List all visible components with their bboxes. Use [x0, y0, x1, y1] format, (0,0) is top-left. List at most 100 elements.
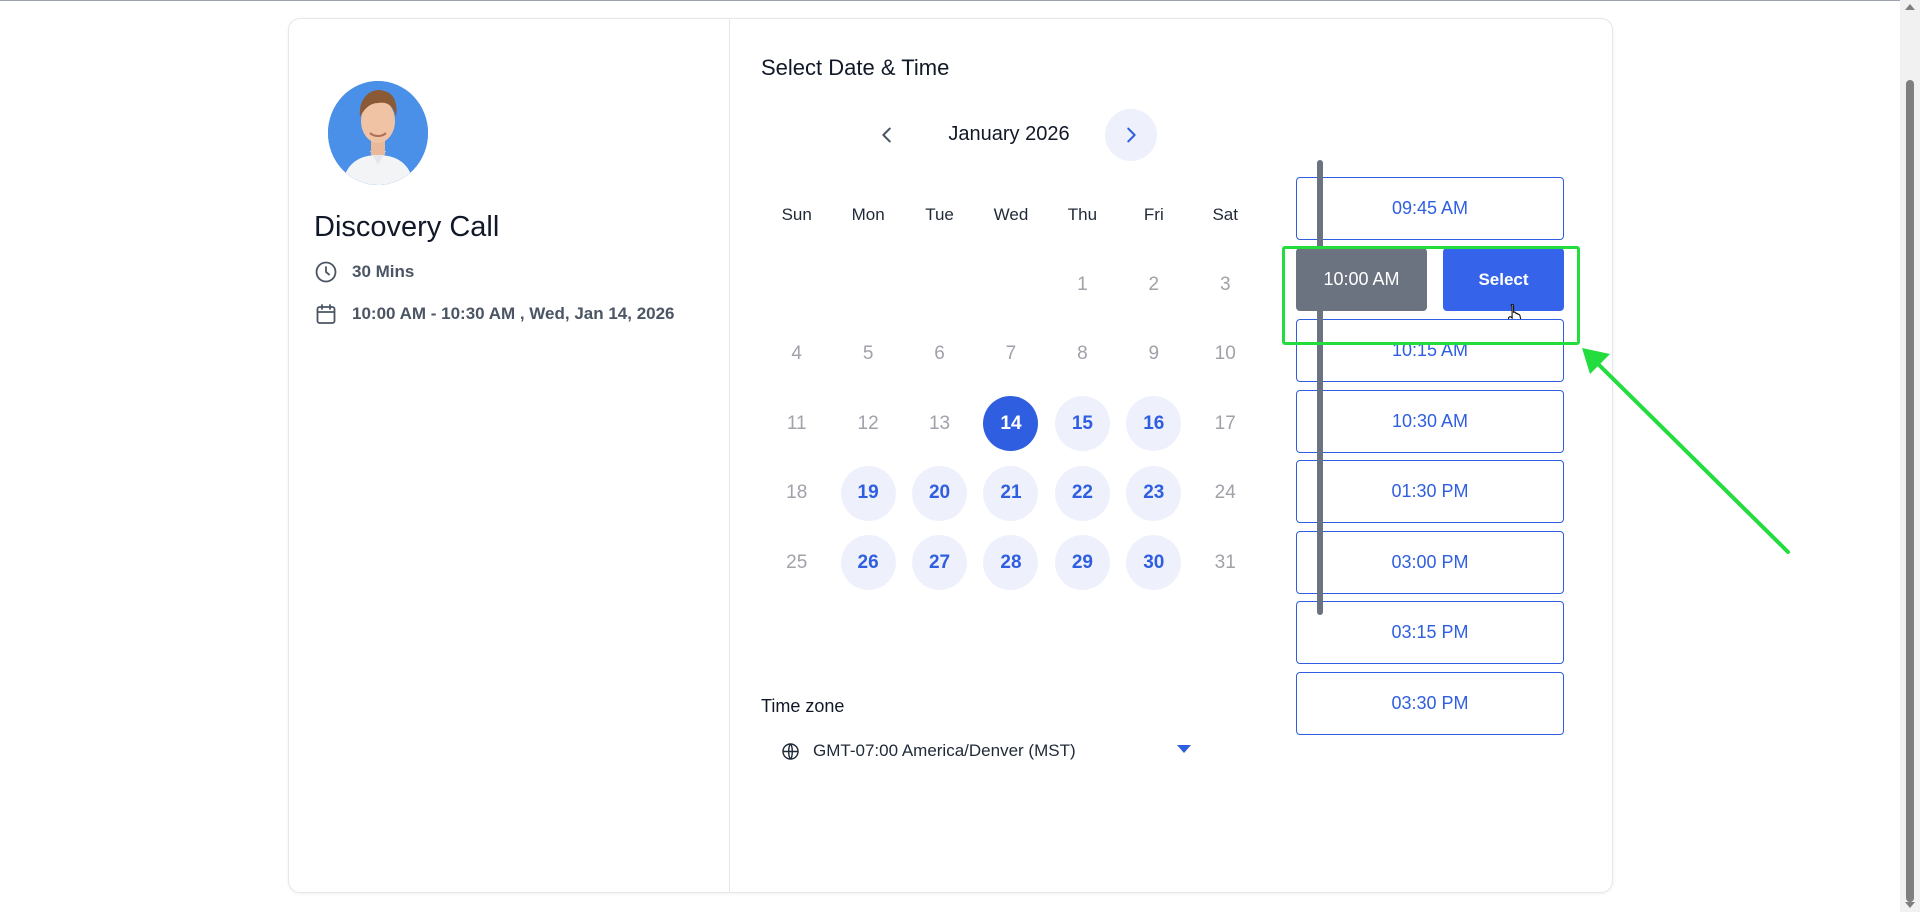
calendar-cell: 25 [761, 528, 832, 598]
calendar-day-unavailable: 10 [1214, 343, 1236, 365]
calendar-cell: 8 [1047, 320, 1118, 390]
calendar-day-available[interactable]: 30 [1126, 535, 1182, 591]
calendar-cell: 9 [1118, 320, 1189, 390]
calendar-cell: 13 [904, 389, 975, 459]
calendar-day-available[interactable]: 19 [840, 465, 896, 521]
time-slot-button[interactable]: 01:30 PM [1296, 460, 1564, 523]
chevron-left-icon [882, 127, 891, 143]
top-border [0, 0, 1900, 1]
calendar-cell: 29 [1047, 528, 1118, 598]
calendar-day-unavailable: 11 [786, 412, 807, 434]
calendar-day-available[interactable]: 20 [912, 465, 968, 521]
time-slot-button[interactable]: 09:45 AM [1296, 177, 1564, 240]
calendar-day-available[interactable]: 26 [840, 535, 896, 591]
calendar-cell: 2 [1118, 250, 1189, 320]
weekday-label: Tue [925, 205, 954, 224]
calendar-cell: 27 [904, 528, 975, 598]
calendar-cell: 22 [1047, 459, 1118, 529]
month-label: January 2026 [948, 123, 1070, 145]
timezone-value: GMT-07:00 America/Denver (MST) [813, 741, 1076, 760]
page-scrollbar[interactable] [1900, 0, 1920, 912]
time-slot-button[interactable]: 10:30 AM [1296, 390, 1564, 453]
calendar-day-unavailable: 1 [1077, 273, 1088, 295]
calendar-cell: 4 [761, 320, 832, 390]
next-month-button[interactable] [1105, 109, 1157, 161]
calendar-cell [975, 250, 1046, 320]
calendar-day-available[interactable]: 29 [1054, 535, 1110, 591]
weekday-label: Mon [851, 205, 885, 224]
calendar-cell: 7 [975, 320, 1046, 390]
duration-label: 30 Mins [352, 262, 415, 281]
calendar-cell: 19 [832, 459, 903, 529]
calendar-cell: 12 [832, 389, 903, 459]
calendar-day-unavailable: 9 [1148, 343, 1160, 365]
calendar-week-row: 4 5 6 7 8 9 10 [761, 320, 1261, 390]
calendar-day-available[interactable]: 21 [983, 465, 1039, 521]
calendar-cell: 5 [832, 320, 903, 390]
event-datetime: 10:00 AM - 10:30 AM , Wed, Jan 14, 2026 [314, 302, 675, 326]
calendar-day-available[interactable]: 23 [1126, 465, 1182, 521]
calendar-day-unavailable: 6 [934, 343, 945, 365]
calendar-week-row: 25 26 27 28 29 30 31 [761, 528, 1261, 598]
time-slot-button[interactable]: 03:00 PM [1296, 531, 1564, 594]
weekday-label: Sat [1212, 205, 1238, 224]
calendar-day-unavailable: 7 [1005, 343, 1017, 365]
calendar-day-unavailable: 13 [928, 412, 951, 434]
timezone-select[interactable]: GMT-07:00 America/Denver (MST) [781, 737, 1191, 765]
calendar-day-available[interactable]: 16 [1126, 396, 1182, 452]
selected-range-label: 10:00 AM - 10:30 AM , Wed, Jan 14, 2026 [352, 304, 675, 323]
calendar-cell: 18 [761, 459, 832, 529]
time-slot-button[interactable]: 03:15 PM [1296, 601, 1564, 664]
scroll-down-arrow-icon[interactable] [1905, 902, 1915, 908]
calendar-day-unavailable: 2 [1148, 273, 1160, 295]
calendar-day-unavailable: 25 [786, 551, 808, 573]
calendar-cell: 11 [761, 389, 832, 459]
caret-down-icon [1177, 745, 1191, 753]
calendar-cell: 10 [1190, 320, 1261, 390]
calendar-week-row: 18 19 20 21 22 23 24 [761, 459, 1261, 529]
calendar-cell: 30 [1118, 528, 1189, 598]
calendar-cell: 15 [1047, 389, 1118, 459]
host-avatar [328, 81, 428, 185]
calendar-day-unavailable: 31 [1214, 551, 1236, 573]
calendar-day-available[interactable]: 27 [912, 535, 968, 591]
calendar-cell: 3 [1190, 250, 1261, 320]
weekday-header: Sun Mon Tue Wed Thu Fri Sat [761, 205, 1261, 225]
weekday-label: Fri [1143, 205, 1164, 224]
slot-list-scrollbar[interactable] [1317, 160, 1323, 615]
calendar-day-unavailable: 4 [791, 343, 802, 365]
scheduler-panel: Select Date & Time January 2026 Sun Mon Tu… [730, 19, 1612, 892]
calendar-day-unavailable: 17 [1214, 412, 1236, 434]
calendar-cell: 14 [975, 389, 1046, 459]
event-title: Discovery Call [314, 211, 500, 243]
page-scrollbar-thumb[interactable] [1906, 80, 1914, 902]
calendar-cell: 28 [975, 528, 1046, 598]
calendar-day-unavailable: 5 [862, 343, 874, 365]
calendar-cell: 23 [1118, 459, 1189, 529]
calendar-day-available[interactable]: 15 [1054, 396, 1110, 452]
calendar-day-available[interactable]: 22 [1054, 465, 1110, 521]
annotation-highlight-box [1282, 246, 1580, 345]
calendar-cell: 17 [1190, 389, 1261, 459]
chevron-right-icon [1127, 127, 1136, 143]
calendar-cell [904, 250, 975, 320]
weekday-label: Thu [1067, 205, 1098, 224]
calendar-cell [832, 250, 903, 320]
calendar-cell: 21 [975, 459, 1046, 529]
calendar-day-unavailable: 8 [1077, 343, 1088, 365]
weekday-label: Wed [993, 205, 1029, 224]
timezone-label: Time zone [761, 696, 845, 716]
calendar-cell [761, 250, 832, 320]
calendar-cell: 1 [1047, 250, 1118, 320]
previous-month-button[interactable] [861, 109, 913, 161]
annotation-arrow-icon [1582, 348, 1790, 554]
calendar-day-unavailable: 12 [857, 412, 879, 434]
event-duration: 30 Mins [314, 260, 414, 284]
calendar-cell: 16 [1118, 389, 1189, 459]
time-slot-button[interactable]: 03:30 PM [1296, 672, 1564, 735]
scroll-up-arrow-icon[interactable] [1905, 4, 1915, 10]
globe-icon [782, 742, 799, 760]
calendar-day-available[interactable]: 28 [983, 535, 1039, 591]
weekday-label: Sun [781, 205, 812, 224]
calendar-day-selected[interactable]: 14 [983, 396, 1039, 452]
